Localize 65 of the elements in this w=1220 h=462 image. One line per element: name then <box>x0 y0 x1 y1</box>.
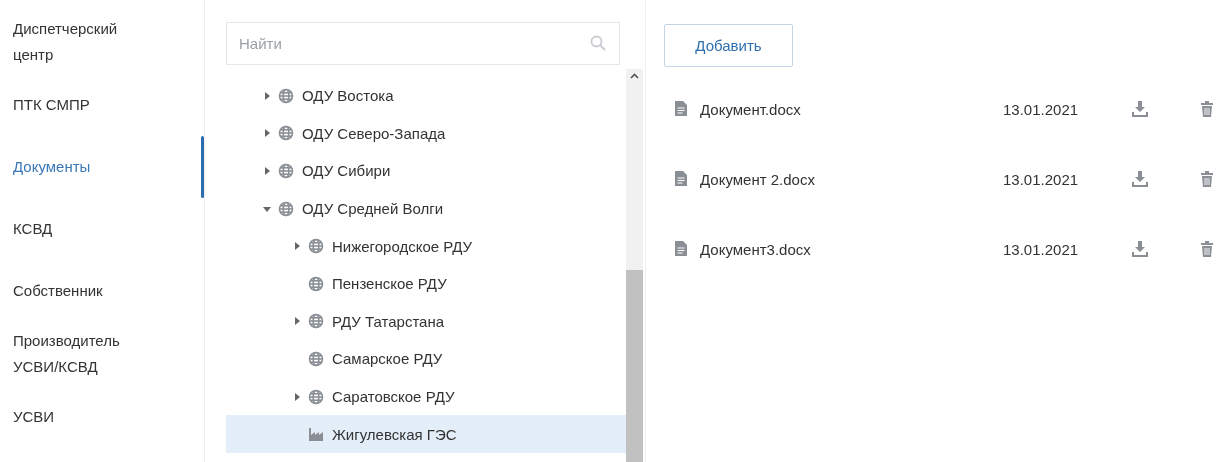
globe-icon <box>308 313 324 330</box>
scrollbar[interactable] <box>626 69 643 462</box>
tree-item-label: ОДУ Сибири <box>302 162 391 180</box>
caret-right-icon[interactable] <box>292 316 302 327</box>
search-field[interactable]: Найти <box>226 22 620 65</box>
tree-item[interactable]: РДУ Татарстана <box>226 302 626 341</box>
globe-icon <box>308 275 324 292</box>
tree-item[interactable]: ОДУ Сибири <box>226 152 626 190</box>
download-icon[interactable] <box>1131 240 1149 258</box>
trash-icon[interactable] <box>1198 240 1216 258</box>
caret-right-icon[interactable] <box>292 391 302 402</box>
active-indicator <box>201 136 204 198</box>
document-icon <box>675 171 687 186</box>
tree-item[interactable]: ОДУ Востока <box>226 77 626 115</box>
tree-item-label: ОДУ Северо-Запада <box>302 124 446 142</box>
globe-icon <box>278 200 294 217</box>
tree-item-label: Жигулевская ГЭС <box>332 425 457 443</box>
nav-item[interactable]: КСВД <box>0 198 204 260</box>
tree-item[interactable]: Жигулевская ГЭС <box>226 415 626 453</box>
file-date: 13.01.2021 <box>1003 240 1080 260</box>
nav-item[interactable]: Собственник <box>0 260 204 322</box>
caret-right-icon[interactable] <box>262 90 272 101</box>
add-button[interactable]: Добавить <box>664 24 793 67</box>
trash-icon[interactable] <box>1198 170 1216 188</box>
tree-item[interactable]: Самарское РДУ <box>226 340 626 378</box>
caret-right-icon[interactable] <box>262 128 272 139</box>
file-name[interactable]: Документ3.docx <box>700 240 1003 260</box>
nav-item[interactable]: УСВИ <box>0 386 204 448</box>
tree-item[interactable]: ОДУ Северо-Запада <box>226 114 626 153</box>
scroll-up-icon[interactable] <box>630 73 639 79</box>
tree-item-label: Саратовское РДУ <box>332 388 455 406</box>
scrollbar-thumb[interactable] <box>626 270 643 462</box>
tree-item-label: Нижегородское РДУ <box>332 237 473 255</box>
nav-item[interactable]: Документы <box>0 136 204 198</box>
tree-item-label: ОДУ Средней Волги <box>302 200 444 218</box>
file-name[interactable]: Документ 2.docx <box>700 170 1003 190</box>
search-icon <box>590 35 606 51</box>
file-name[interactable]: Документ.docx <box>700 100 1003 120</box>
nav-item[interactable]: Производитель УСВИ/КСВД <box>0 322 204 386</box>
tree-item-label: Самарское РДУ <box>332 350 443 368</box>
tree-item-label: РДУ Татарстана <box>332 312 445 330</box>
factory-icon <box>308 426 324 443</box>
globe-icon <box>278 87 294 104</box>
tree-item[interactable]: Саратовское РДУ <box>226 377 626 416</box>
caret-right-icon[interactable] <box>262 166 272 176</box>
caret-right-icon[interactable] <box>292 241 302 252</box>
tree-item[interactable]: Пензенское РДУ <box>226 264 626 303</box>
download-icon[interactable] <box>1131 170 1149 188</box>
file-date: 13.01.2021 <box>1003 100 1080 120</box>
nav-item[interactable]: Диспетчерский центр <box>0 10 204 74</box>
tree-item-label: Пензенское РДУ <box>332 275 447 293</box>
file-date: 13.01.2021 <box>1003 170 1080 190</box>
tree-item[interactable]: ОДУ Средней Волги <box>226 189 626 228</box>
trash-icon[interactable] <box>1198 100 1216 118</box>
globe-icon <box>278 125 294 142</box>
document-icon <box>675 101 687 116</box>
nav-item[interactable]: ПТК СМПР <box>0 74 204 136</box>
globe-icon <box>308 238 324 255</box>
tree-item-label: ОДУ Востока <box>302 87 394 105</box>
download-icon[interactable] <box>1131 100 1149 118</box>
document-icon <box>675 241 687 256</box>
globe-icon <box>308 388 324 405</box>
tree-item[interactable]: Нижегородское РДУ <box>226 227 626 265</box>
globe-icon <box>308 350 324 367</box>
globe-icon <box>278 163 294 179</box>
